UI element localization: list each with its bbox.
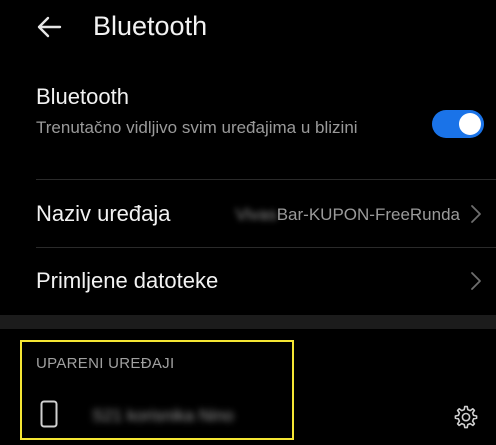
app-bar: Bluetooth [0, 0, 496, 58]
bluetooth-label: Bluetooth [36, 84, 129, 109]
device-name-value-text: Bar-KUPON-FreeRunda [276, 205, 460, 224]
bluetooth-visibility-description: Trenutačno vidljivo svim uređajima u bli… [36, 118, 358, 137]
gear-icon[interactable] [452, 404, 478, 430]
divider [36, 179, 496, 180]
device-name-value: VivasBar-KUPON-FreeRunda [235, 203, 460, 227]
device-name-row[interactable]: Naziv uređaja VivasBar-KUPON-FreeRunda [0, 181, 496, 247]
bluetooth-toggle-switch[interactable] [432, 110, 484, 138]
bluetooth-toggle-row[interactable]: Bluetooth Trenutačno vidljivo svim uređa… [0, 82, 496, 178]
device-name-label: Naziv uređaja [36, 201, 171, 226]
chevron-right-icon [470, 271, 482, 291]
received-files-row[interactable]: Primljene datoteke [0, 248, 496, 314]
paired-device-row[interactable]: S21 korisnika Nino [0, 392, 496, 444]
toggle-knob [459, 113, 481, 135]
phone-icon [40, 400, 58, 428]
chevron-right-icon [470, 204, 482, 224]
paired-device-name: S21 korisnika Nino [92, 406, 234, 425]
device-name-redacted-prefix: Vivas [235, 205, 277, 224]
received-files-label: Primljene datoteke [36, 268, 219, 293]
paired-devices-header: UPARENI UREĐAJI [36, 355, 175, 372]
page-title: Bluetooth [93, 11, 208, 41]
back-arrow-icon[interactable] [36, 14, 62, 40]
section-separator [0, 315, 496, 329]
